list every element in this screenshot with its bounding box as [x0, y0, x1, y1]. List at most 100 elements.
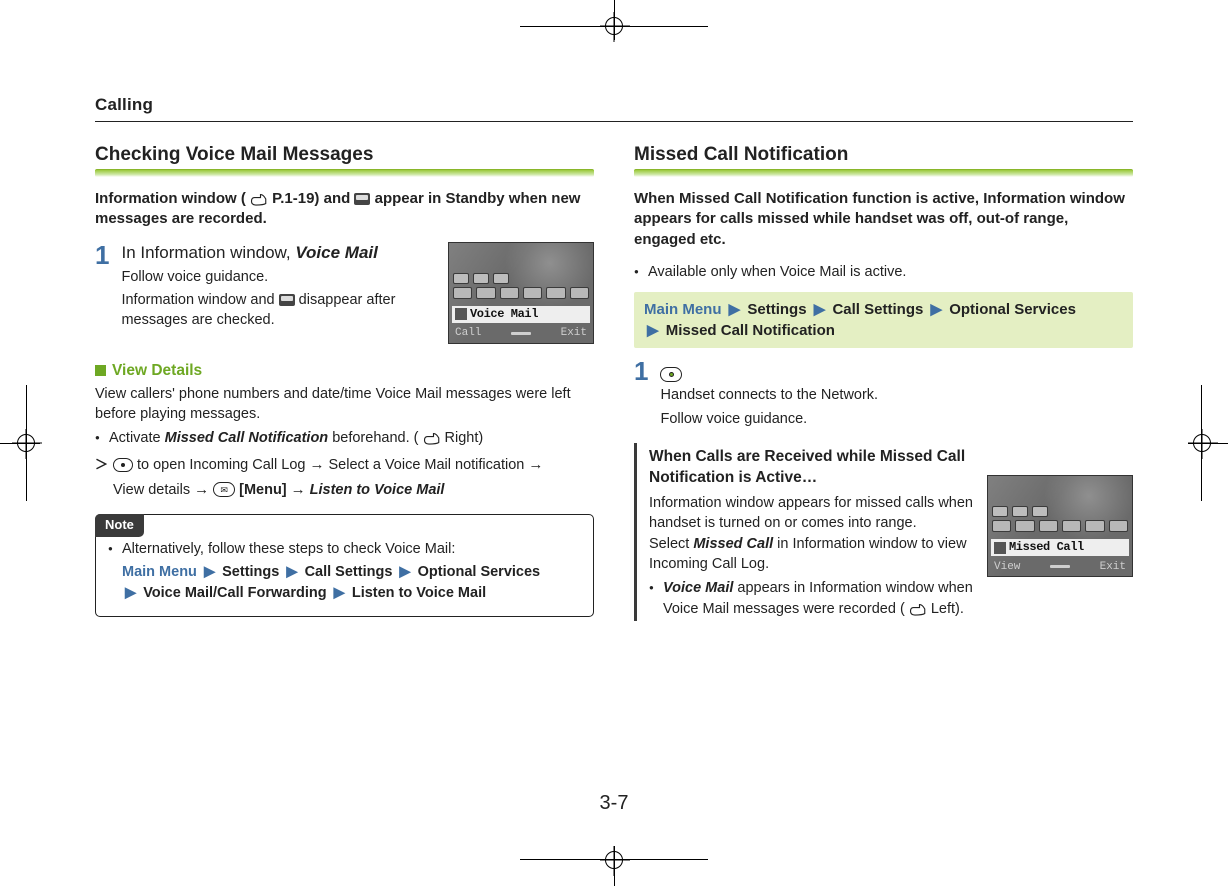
text-bold: Missed Call Notification	[165, 430, 329, 446]
text: Select a Voice Mail notification	[328, 455, 524, 475]
text: to open Incoming Call Log	[137, 455, 305, 475]
nav-right-key-icon	[113, 458, 133, 472]
menu-item: Optional Services	[418, 564, 541, 580]
phone-softkeys: View Exit	[990, 559, 1130, 574]
section-header: Calling	[95, 95, 1133, 115]
text: P.1-19) and	[272, 190, 354, 207]
arrow-icon: →	[291, 479, 306, 500]
text: Information window and	[121, 292, 278, 308]
tip-box: Missed Call View Exit When Calls are Rec…	[634, 443, 1133, 621]
menu-item: Settings	[222, 564, 279, 580]
arrow-icon: →	[309, 454, 324, 475]
text-bold: Voice Mail	[663, 580, 733, 596]
step-line: In Information window, Voice Mail	[121, 242, 438, 264]
text: Left).	[931, 601, 964, 617]
text-bold: Missed Call	[693, 536, 773, 552]
section-title-missed-call: Missed Call Notification	[634, 144, 1133, 166]
chevron-right-icon: ▶	[931, 301, 943, 318]
bullet-item: Activate Missed Call Notification before…	[95, 428, 594, 448]
intro-text: When Missed Call Notification function i…	[634, 189, 1133, 250]
softkey-center	[511, 332, 531, 335]
chevron-right-icon: ▶	[729, 301, 741, 318]
menu-item: Settings	[747, 301, 806, 318]
registration-mark	[1193, 434, 1211, 452]
chevron-right-icon: ▶	[286, 564, 297, 580]
phone-icon	[994, 542, 1006, 554]
menu-item: Voice Mail/Call Forwarding	[143, 585, 326, 601]
hand-pointer-icon	[909, 602, 927, 616]
softkey-center	[1050, 565, 1070, 568]
cassette-icon	[455, 308, 467, 320]
step-sub: Follow voice guidance.	[660, 410, 1133, 430]
bullet-square-icon	[95, 365, 106, 376]
procedure-line: to open Incoming Call Log → Select a Voi…	[95, 454, 594, 500]
mail-key-icon: ✉	[213, 482, 235, 497]
step-1: 1 Handset connects to the Network. Follo…	[634, 358, 1133, 429]
menu-item: Main Menu	[644, 301, 722, 318]
menu-path-banner: Main Menu ▶ Settings ▶ Call Settings ▶ O…	[634, 292, 1133, 348]
phone-screenshot-voicemail: Voice Mail Call Exit	[448, 242, 594, 344]
text: View details	[113, 480, 190, 500]
cassette-icon	[354, 193, 370, 205]
text: Information window (	[95, 190, 246, 207]
registration-mark	[605, 851, 623, 869]
text: Right)	[445, 430, 484, 446]
intro-text: Information window ( P.1-19) and appear …	[95, 189, 594, 230]
hand-pointer-icon	[423, 431, 441, 445]
text: Missed Call	[1009, 539, 1084, 556]
left-column: Checking Voice Mail Messages Information…	[95, 138, 594, 621]
menu-item: Optional Services	[949, 301, 1076, 318]
text: In Information window,	[121, 243, 295, 262]
sub-heading-text: View Details	[112, 362, 202, 380]
arrow-icon: →	[528, 454, 543, 475]
softkey-left: Call	[455, 327, 481, 339]
body-text: View callers' phone numbers and date/tim…	[95, 384, 594, 425]
text-bold: Voice Mail	[295, 243, 378, 262]
page-number: 3-7	[60, 792, 1168, 815]
phone-screenshot-missed-call: Missed Call View Exit	[987, 475, 1133, 577]
arrow-icon: →	[194, 479, 209, 500]
phone-label: Voice Mail	[452, 306, 590, 323]
section-title-voicemail: Checking Voice Mail Messages	[95, 144, 594, 166]
step-sub: Follow voice guidance.	[121, 268, 438, 288]
softkey-right: Exit	[561, 327, 587, 339]
step-number: 1	[95, 242, 109, 268]
step-sub: Information window and disappear after m…	[121, 291, 438, 330]
softkey-left: View	[994, 561, 1020, 573]
two-column-layout: Checking Voice Mail Messages Information…	[95, 138, 1133, 621]
phone-label: Missed Call	[991, 539, 1129, 556]
page: Calling Checking Voice Mail Messages Inf…	[60, 55, 1168, 831]
section-underline	[95, 169, 594, 177]
bullet-item: Voice Mail appears in Information window…	[649, 578, 1133, 619]
registration-mark	[17, 434, 35, 452]
step-sub: Handset connects to the Network.	[660, 386, 1133, 406]
chevron-right-icon: ▶	[125, 585, 136, 601]
text-bold: Listen to Voice Mail	[310, 480, 445, 500]
menu-item: Missed Call Notification	[666, 322, 835, 339]
header-rule	[95, 121, 1133, 122]
section-underline	[634, 169, 1133, 177]
phone-softkeys: Call Exit	[451, 326, 591, 341]
menu-item: Listen to Voice Mail	[352, 585, 486, 601]
text: Activate	[109, 430, 165, 446]
chevron-right-icon: ▶	[334, 585, 345, 601]
softkey-right: Exit	[1100, 561, 1126, 573]
menu-item: Main Menu	[122, 564, 197, 580]
text-bold: [Menu]	[239, 480, 287, 500]
step-number: 1	[634, 358, 648, 384]
chevron-right-icon: ▶	[814, 301, 826, 318]
chevron-right-icon: ▶	[647, 322, 659, 339]
menu-path: Main Menu ▶ Settings ▶ Call Settings ▶ O…	[108, 562, 581, 604]
hand-pointer-icon	[250, 192, 268, 206]
note-box: Note Alternatively, follow these steps t…	[95, 514, 594, 617]
bullet-item: Available only when Voice Mail is active…	[634, 262, 1133, 282]
registration-mark	[605, 17, 623, 35]
cassette-icon	[279, 294, 295, 306]
menu-item: Call Settings	[305, 564, 393, 580]
text: Select	[649, 536, 693, 552]
step-1: 1 In Information window, Voice Mail Foll…	[95, 242, 438, 331]
sub-heading-view-details: View Details	[95, 362, 594, 380]
menu-item: Call Settings	[832, 301, 923, 318]
note-label: Note	[95, 514, 144, 537]
step-line	[660, 358, 1133, 382]
